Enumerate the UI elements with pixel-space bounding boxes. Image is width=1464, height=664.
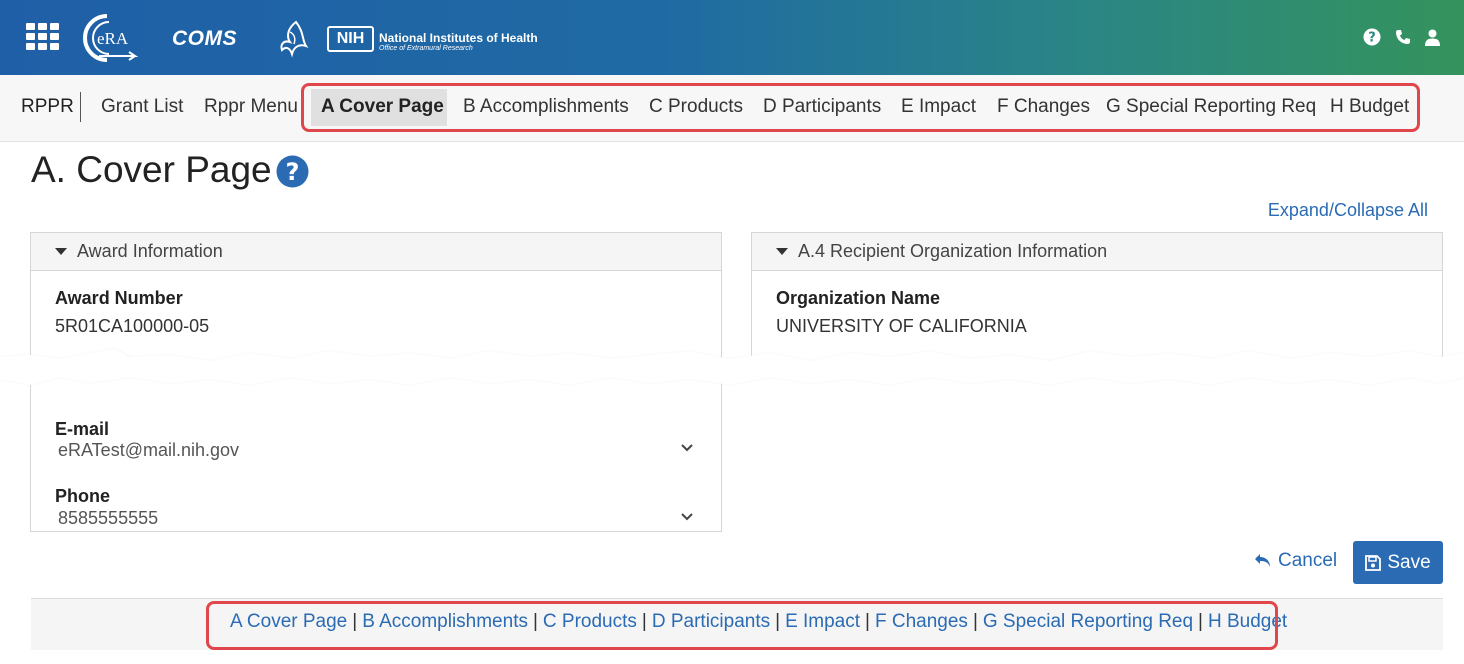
chevron-down-icon[interactable] bbox=[680, 512, 694, 522]
svg-text:?: ? bbox=[1368, 31, 1376, 46]
org-panel-title: A.4 Recipient Organization Information bbox=[798, 241, 1108, 261]
phone-icon[interactable] bbox=[1395, 29, 1411, 45]
svg-text:eRA: eRA bbox=[97, 29, 129, 48]
nih-office: Office of Extramural Research bbox=[379, 45, 473, 52]
phone-field[interactable]: 8585555555 bbox=[58, 508, 158, 529]
nih-name: National Institutes of Health bbox=[379, 31, 538, 45]
award-panel-header[interactable]: Award Information bbox=[31, 233, 721, 271]
email-label: E-mail bbox=[55, 419, 110, 439]
cancel-label: Cancel bbox=[1278, 550, 1338, 571]
org-panel-header[interactable]: A.4 Recipient Organization Information bbox=[752, 233, 1442, 271]
nav-divider bbox=[80, 92, 81, 122]
era-logo[interactable]: eRA bbox=[77, 12, 143, 64]
undo-arrow-icon bbox=[1255, 554, 1270, 567]
help-icon[interactable]: ? bbox=[276, 155, 309, 188]
app-name: COMS bbox=[172, 27, 237, 50]
cancel-button[interactable]: Cancel bbox=[1254, 550, 1337, 572]
award-number-label: Award Number bbox=[55, 288, 183, 308]
email-field[interactable]: eRATest@mail.nih.gov bbox=[58, 440, 239, 461]
nav-rppr-menu[interactable]: Rppr Menu bbox=[204, 96, 298, 118]
award-panel-title: Award Information bbox=[77, 241, 223, 261]
svg-text:?: ? bbox=[286, 158, 300, 186]
award-number-value: 5R01CA100000-05 bbox=[55, 316, 210, 336]
page-title: A. Cover Page bbox=[31, 149, 272, 190]
top-banner: eRA COMS NIH National Institutes of Heal… bbox=[0, 0, 1464, 75]
organization-name-label: Organization Name bbox=[776, 288, 941, 308]
caret-down-icon bbox=[55, 248, 67, 255]
nav-highlight-box bbox=[301, 83, 1420, 132]
save-button[interactable]: Save bbox=[1353, 541, 1443, 584]
hhs-eagle-icon bbox=[280, 20, 309, 58]
app-grid-icon[interactable] bbox=[26, 23, 59, 50]
nih-logo: NIH bbox=[327, 26, 374, 52]
torn-page-divider bbox=[0, 349, 1464, 385]
chevron-down-icon[interactable] bbox=[680, 443, 694, 453]
help-circle-icon[interactable]: ? bbox=[1363, 28, 1381, 46]
save-label: Save bbox=[1387, 551, 1431, 573]
user-icon[interactable] bbox=[1425, 29, 1440, 46]
footer-highlight-box bbox=[206, 601, 1278, 650]
phone-label: Phone bbox=[55, 486, 111, 506]
nav-module-label: RPPR bbox=[21, 96, 74, 117]
organization-name-value: UNIVERSITY OF CALIFORNIA bbox=[776, 316, 1027, 336]
caret-down-icon bbox=[776, 248, 788, 255]
expand-collapse-all-link[interactable]: Expand/Collapse All bbox=[1268, 200, 1428, 221]
nav-grant-list[interactable]: Grant List bbox=[101, 96, 183, 118]
floppy-disk-icon bbox=[1365, 554, 1382, 571]
